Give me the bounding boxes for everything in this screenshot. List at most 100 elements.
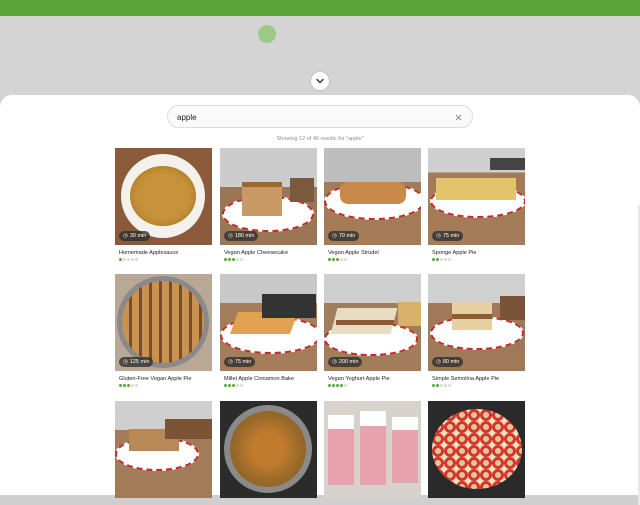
- recipe-card[interactable]: ◷ 70 min Vegan Apple Strudel: [324, 148, 421, 261]
- rating-dot: [328, 258, 331, 261]
- recipe-image: ◷ 125 min: [115, 274, 212, 371]
- recipe-image: ◷ 75 min: [220, 274, 317, 371]
- recipe-title: Vegan Apple Cheesecake: [224, 250, 289, 256]
- rating-dot: [224, 384, 227, 387]
- rating-stars: [119, 258, 212, 261]
- rating-dot: [123, 258, 126, 261]
- rating-stars: [328, 258, 421, 261]
- recipe-card[interactable]: ◷ 75 min Sponge Apple Pie: [428, 148, 525, 261]
- search-box: [167, 105, 473, 128]
- recipe-card[interactable]: ◷ 180 min Vegan Apple Cheesecake: [220, 148, 317, 261]
- close-icon: [455, 114, 461, 120]
- time-badge: ◷ 125 min: [119, 357, 154, 367]
- rating-dot: [119, 384, 122, 387]
- rating-stars: [224, 384, 317, 387]
- clear-search-button[interactable]: [452, 111, 464, 123]
- rating-dot: [340, 384, 343, 387]
- recipe-title: Gluten-Free Vegan Apple Pie: [119, 376, 192, 382]
- rating-stars: [119, 384, 212, 387]
- recipe-image: [220, 401, 317, 498]
- rating-dot: [340, 258, 343, 261]
- rating-dot: [336, 384, 339, 387]
- rating-dot: [236, 258, 239, 261]
- recipe-title: Homemade Applesauce: [119, 250, 179, 256]
- rating-dot: [228, 258, 231, 261]
- results-count: Showing 12 of 46 results for "apple": [276, 136, 364, 142]
- recipe-card[interactable]: ◷ 30 min Homemade Applesauce: [115, 148, 212, 261]
- rating-dot: [432, 384, 435, 387]
- rating-dot: [127, 258, 130, 261]
- time-badge: ◷ 75 min: [432, 231, 464, 241]
- rating-dot: [436, 384, 439, 387]
- clock-icon: ◷: [123, 359, 128, 365]
- time-badge: ◷ 75 min: [224, 357, 256, 367]
- recipe-card[interactable]: ◷ 75 min Millet Apple Cinnamon Bake: [220, 274, 317, 387]
- clock-icon: ◷: [332, 359, 337, 365]
- rating-dot: [432, 258, 435, 261]
- recipe-image: ◷ 200 min: [324, 274, 421, 371]
- clock-icon: ◷: [228, 359, 233, 365]
- chevron-down-icon: [316, 78, 324, 84]
- rating-dot: [224, 258, 227, 261]
- time-badge: ◷ 70 min: [328, 231, 360, 241]
- clock-icon: ◷: [123, 233, 128, 239]
- recipe-image: ◷ 80 min: [428, 274, 525, 371]
- time-badge: ◷ 180 min: [224, 231, 259, 241]
- time-badge: ◷ 30 min: [119, 231, 151, 241]
- site-logo: [258, 25, 281, 43]
- rating-dot: [240, 258, 243, 261]
- recipe-card[interactable]: [115, 401, 212, 498]
- recipe-card[interactable]: [220, 401, 317, 498]
- rating-dot: [232, 258, 235, 261]
- rating-dot: [440, 384, 443, 387]
- rating-dot: [228, 384, 231, 387]
- recipe-image: ◷ 75 min: [428, 148, 525, 245]
- rating-dot: [336, 258, 339, 261]
- search-input[interactable]: [177, 110, 447, 124]
- clock-icon: ◷: [436, 233, 441, 239]
- time-badge: ◷ 80 min: [432, 357, 464, 367]
- recipe-image: ◷ 30 min: [115, 148, 212, 245]
- rating-dot: [135, 258, 138, 261]
- rating-dot: [119, 258, 122, 261]
- rating-dot: [444, 384, 447, 387]
- recipe-card[interactable]: ◷ 125 min Gluten-Free Vegan Apple Pie: [115, 274, 212, 387]
- recipe-image: [428, 401, 525, 498]
- rating-dot: [440, 258, 443, 261]
- recipe-title: Vegan Yoghurt Apple Pie: [328, 376, 390, 382]
- rating-stars: [328, 384, 421, 387]
- clock-icon: ◷: [228, 233, 233, 239]
- rating-dot: [344, 258, 347, 261]
- recipe-image: [324, 401, 421, 498]
- recipe-image: ◷ 180 min: [220, 148, 317, 245]
- rating-dot: [344, 384, 347, 387]
- rating-dot: [448, 384, 451, 387]
- rating-dot: [332, 384, 335, 387]
- rating-dot: [131, 258, 134, 261]
- rating-dot: [131, 384, 134, 387]
- recipe-card[interactable]: [324, 401, 421, 498]
- recipe-image: [115, 401, 212, 498]
- rating-dot: [232, 384, 235, 387]
- rating-dot: [328, 384, 331, 387]
- rating-dot: [236, 384, 239, 387]
- rating-stars: [432, 384, 525, 387]
- recipe-card[interactable]: ◷ 200 min Vegan Yoghurt Apple Pie: [324, 274, 421, 387]
- collapse-search-button[interactable]: [311, 72, 329, 90]
- clock-icon: ◷: [436, 359, 441, 365]
- search-panel: Showing 12 of 46 results for "apple" ◷30…: [0, 95, 640, 505]
- rating-dot: [444, 258, 447, 261]
- top-bar: [0, 0, 640, 16]
- rating-dot: [135, 384, 138, 387]
- rating-dot: [127, 384, 130, 387]
- rating-dot: [436, 258, 439, 261]
- recipe-card[interactable]: [428, 401, 525, 498]
- rating-stars: [432, 258, 525, 261]
- recipe-card[interactable]: ◷ 80 min Simple Semolina Apple Pie: [428, 274, 525, 387]
- rating-stars: [224, 258, 317, 261]
- recipe-title: Sponge Apple Pie: [432, 250, 477, 256]
- rating-dot: [123, 384, 126, 387]
- logo-mark: [258, 25, 276, 43]
- rating-dot: [332, 258, 335, 261]
- time-badge: ◷ 200 min: [328, 357, 363, 367]
